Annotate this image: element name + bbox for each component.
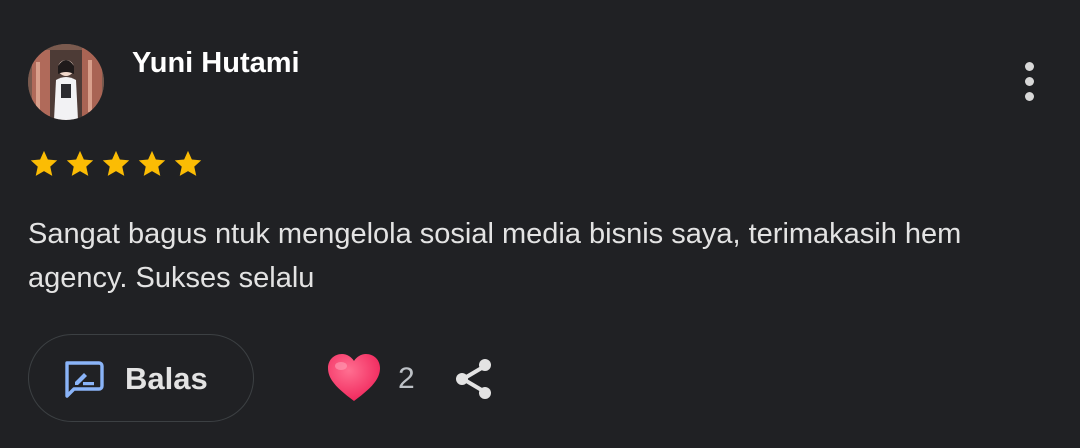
heart-icon bbox=[328, 354, 380, 401]
reply-icon bbox=[62, 359, 104, 399]
star-icon bbox=[100, 146, 132, 182]
more-vert-dot bbox=[1025, 77, 1034, 86]
star-icon bbox=[136, 146, 168, 182]
reply-button[interactable]: Balas bbox=[28, 334, 254, 422]
star-rating bbox=[28, 146, 208, 182]
star-icon bbox=[172, 146, 204, 182]
review-text: Sangat bagus ntuk mengelola sosial media… bbox=[28, 218, 962, 294]
star-icon bbox=[64, 146, 96, 182]
avatar[interactable] bbox=[28, 44, 104, 120]
more-vert-icon bbox=[1025, 62, 1034, 71]
more-options-button[interactable] bbox=[1010, 58, 1050, 104]
share-button[interactable] bbox=[452, 356, 496, 402]
like-button[interactable] bbox=[326, 352, 382, 404]
reply-label: Balas bbox=[125, 361, 208, 396]
more-vert-dot bbox=[1025, 92, 1034, 101]
like-count: 2 bbox=[398, 362, 415, 395]
author-name[interactable]: Yuni Hutami bbox=[132, 46, 300, 80]
share-icon bbox=[456, 359, 491, 399]
star-icon bbox=[28, 146, 60, 182]
